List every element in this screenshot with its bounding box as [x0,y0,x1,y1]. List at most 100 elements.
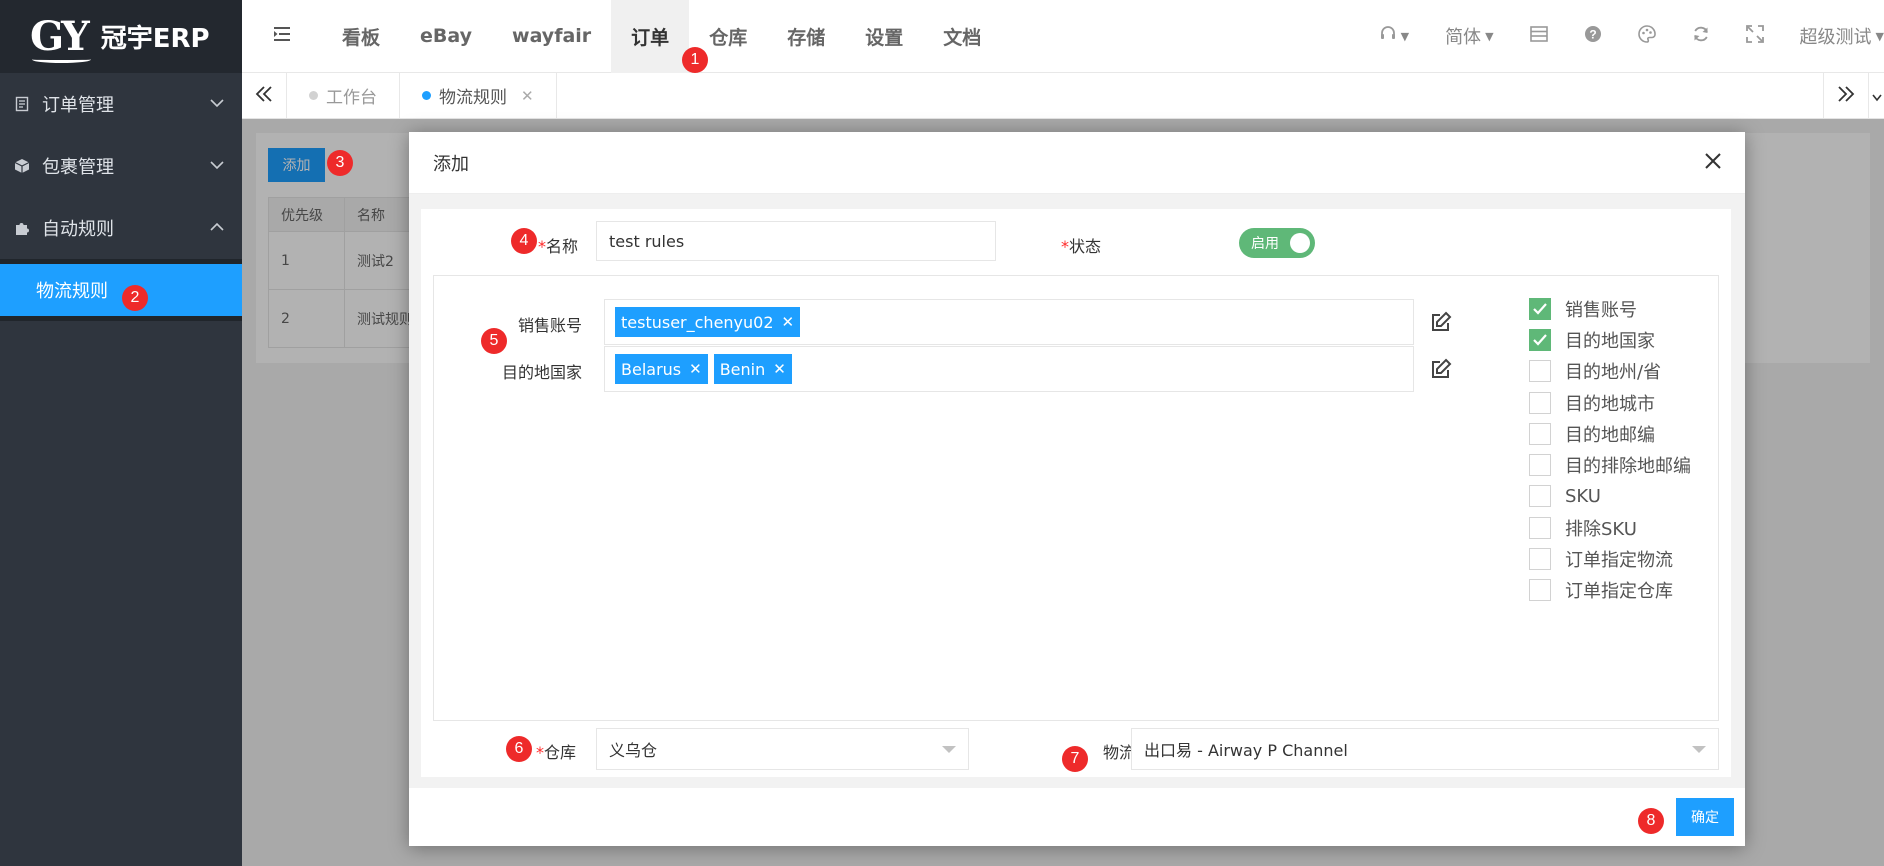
nav-settings[interactable]: 设置 [845,0,923,73]
edit-sales-account-icon[interactable] [1429,310,1453,334]
notes-button[interactable] [1512,0,1566,73]
close-icon[interactable]: ✕ [782,313,795,331]
tab-label: 物流规则 [439,88,507,108]
top-navbar: 看板 eBay wayfair 订单 仓库 存储 设置 文档 ▼ 简体 ▼ ? [242,0,1884,73]
checkbox[interactable] [1529,485,1551,508]
name-input[interactable]: test rules [596,221,996,261]
logo-text: 冠宇ERP [100,24,210,54]
top-tools: ▼ 简体 ▼ ? 超级测试 ▼ [1361,0,1884,73]
condition-dest-state[interactable]: 目的地州/省 [1529,356,1691,387]
condition-label: 目的地城市 [1565,393,1655,415]
checkbox[interactable] [1529,391,1551,414]
tab-workbench[interactable]: 工作台 [287,73,400,118]
chevron-up-icon [210,220,224,236]
tag-label: Belarus [621,359,682,379]
chevron-down-icon [1871,83,1882,108]
tag-label: Benin [719,359,766,379]
theme-button[interactable] [1620,0,1674,73]
sidebar-item-package-management[interactable]: 包裹管理 [0,135,242,197]
nav-ebay[interactable]: eBay [400,0,492,73]
condition-order-logistics[interactable]: 订单指定物流 [1529,543,1691,574]
sidebar-item-order-management[interactable]: 订单管理 [0,73,242,135]
condition-dest-city[interactable]: 目的地城市 [1529,387,1691,418]
close-icon[interactable]: ✕ [773,360,786,378]
close-icon[interactable]: ✕ [689,360,702,378]
puzzle-icon [14,220,30,236]
tag-country-benin: Benin ✕ [713,354,792,384]
support-dropdown[interactable]: ▼ [1361,0,1427,73]
help-icon: ? [1584,25,1602,48]
language-dropdown[interactable]: 简体 ▼ [1427,0,1511,73]
confirm-button[interactable]: 确定 [1676,798,1734,836]
tag-label: testuser_chenyu02 [621,312,774,332]
condition-dest-country[interactable]: 目的地国家 [1529,324,1691,355]
condition-label: 目的排除地邮编 [1565,456,1691,478]
status-toggle[interactable]: 启用 [1239,228,1315,258]
condition-exclude-zip[interactable]: 目的排除地邮编 [1529,449,1691,480]
refresh-button[interactable] [1674,0,1728,73]
checkbox[interactable] [1529,328,1551,351]
sidebar-toggle-button[interactable] [242,0,322,73]
sidebar-item-auto-rules[interactable]: 自动规则 [0,197,242,259]
condition-exclude-sku[interactable]: 排除SKU [1529,512,1691,543]
condition-label: 目的地国家 [1565,330,1655,352]
nav-dashboard[interactable]: 看板 [322,0,400,73]
annotation-badge-4: 4 [511,228,537,254]
dest-country-input[interactable]: Belarus ✕ Benin ✕ [604,346,1414,392]
edit-dest-country-icon[interactable] [1429,357,1453,381]
logistics-select[interactable]: 出口易 - Airway P Channel [1131,728,1719,770]
tag-sales-account: testuser_chenyu02 ✕ [615,307,801,337]
condition-label: 订单指定仓库 [1565,581,1673,603]
checkbox[interactable] [1529,579,1551,602]
annotation-badge-3: 3 [327,150,353,176]
nav-docs[interactable]: 文档 [923,0,1001,73]
checkbox[interactable] [1529,297,1551,320]
double-chevron-right-icon [1837,83,1855,108]
sales-account-input[interactable]: testuser_chenyu02 ✕ [604,299,1414,345]
caret-down-icon [942,746,956,753]
add-rule-dialog: 添加 *名称 test rules *状态 启用 销售账号 testuser_c… [409,132,1745,846]
fullscreen-button[interactable] [1728,0,1782,73]
sidebar-item-logistics-rules[interactable]: 物流规则 [0,264,242,316]
user-menu[interactable]: 超级测试 ▼ [1782,0,1884,73]
chevron-down-icon [210,158,224,174]
tabs-menu-button[interactable] [1868,73,1884,118]
condition-sales-account[interactable]: 销售账号 [1529,293,1691,324]
checkbox[interactable] [1529,516,1551,539]
nav-wayfair[interactable]: wayfair [492,0,611,73]
tag-country-belarus: Belarus ✕ [615,354,708,384]
tab-logistics-rules[interactable]: 物流规则 ✕ [400,73,557,118]
close-icon[interactable]: ✕ [521,87,534,105]
checkbox[interactable] [1529,454,1551,477]
tabs-scroll-left-button[interactable] [242,73,287,118]
condition-dest-zip[interactable]: 目的地邮编 [1529,418,1691,449]
submenu: 物流规则 [0,259,242,321]
annotation-badge-2: 2 [122,285,148,311]
condition-label: 目的地州/省 [1565,362,1662,384]
condition-label: 销售账号 [1565,299,1637,321]
dialog-footer: 确定 [409,788,1745,846]
checkbox[interactable] [1529,360,1551,383]
status-label-text: 状态 [1069,237,1102,256]
tabs-scroll-right-button[interactable] [1823,73,1868,118]
nav-orders[interactable]: 订单 [611,0,690,73]
help-button[interactable]: ? [1566,0,1620,73]
dest-country-label: 目的地国家 [501,363,582,382]
checkbox[interactable] [1529,422,1551,445]
annotation-badge-7: 7 [1062,746,1088,772]
annotation-badge-6: 6 [506,736,532,762]
expand-icon [1745,24,1764,48]
condition-order-warehouse[interactable]: 订单指定仓库 [1529,575,1691,606]
nav-storage[interactable]: 存储 [767,0,845,73]
caret-down-icon: ▼ [1400,29,1410,43]
warehouse-select[interactable]: 义乌仓 [596,728,969,770]
checkbox[interactable] [1529,548,1551,571]
caret-down-icon: ▼ [1875,29,1884,43]
condition-label: 目的地邮编 [1565,424,1655,446]
condition-checklist: 销售账号 目的地国家 目的地州/省 目的地城市 目的地邮编 目的排除地邮编 SK… [1529,293,1691,606]
close-button[interactable] [1699,148,1727,176]
required-mark: * [537,237,546,256]
headset-icon [1379,25,1397,48]
tab-dot [422,91,431,100]
condition-sku[interactable]: SKU [1529,481,1691,512]
